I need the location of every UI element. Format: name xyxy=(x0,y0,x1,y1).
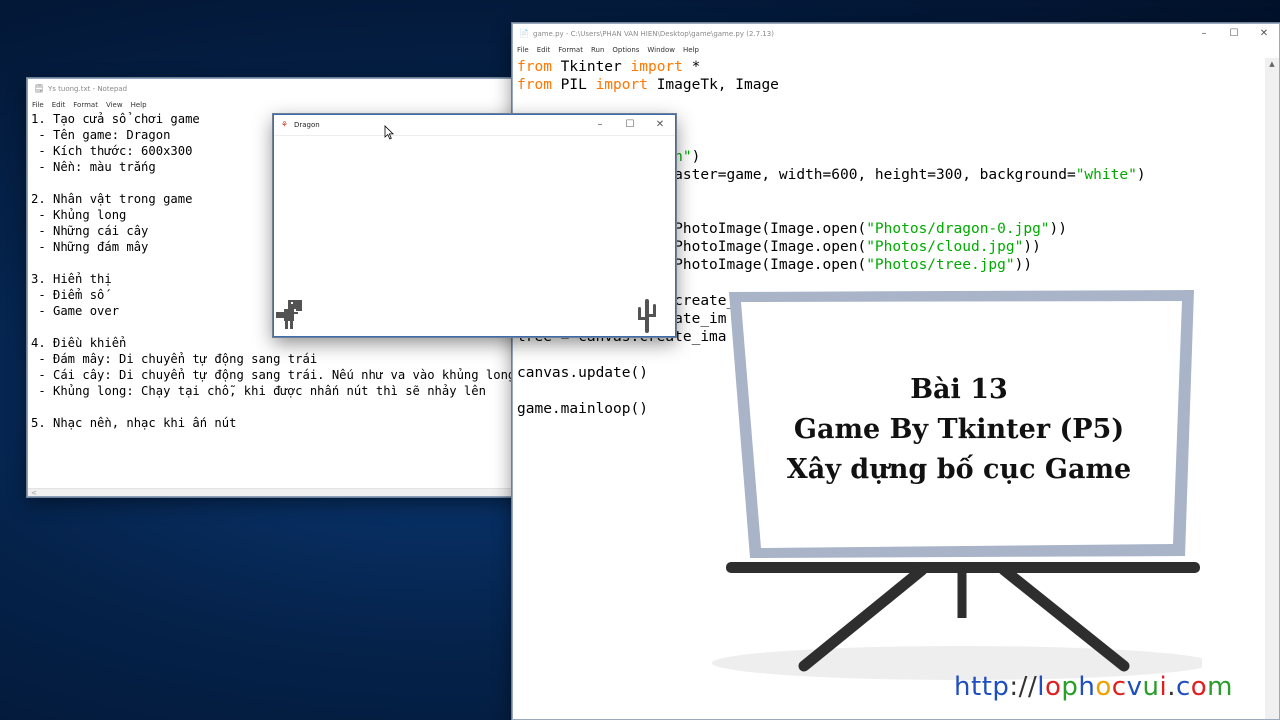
maximize-button[interactable]: ☐ xyxy=(1219,24,1249,43)
lesson-topic: Xây dựng bố cục Game xyxy=(786,454,1132,485)
code-text: ) xyxy=(691,149,701,165)
code-text: canvas.update() xyxy=(517,365,648,381)
minimize-button[interactable]: – xyxy=(1189,24,1219,43)
notepad-titlebar[interactable]: 🗒 Ys tuong.txt - Notepad xyxy=(28,79,526,98)
url-char: t xyxy=(970,672,982,702)
url-char: o xyxy=(1044,672,1062,702)
notepad-menu-format[interactable]: Format xyxy=(73,101,98,109)
code-string: "Photos/cloud.jpg" xyxy=(866,239,1024,255)
notepad-line: 5. Nhạc nền, nhạc khi ấn nút xyxy=(31,416,237,430)
close-button[interactable]: ✕ xyxy=(645,115,675,134)
notepad-menu-edit[interactable]: Edit xyxy=(52,101,66,109)
url-char: c xyxy=(1111,672,1127,702)
website-watermark: http://lophocvui.com xyxy=(954,672,1233,702)
idle-menu-help[interactable]: Help xyxy=(683,46,699,54)
idle-menubar: File Edit Format Run Options Window Help xyxy=(513,43,1279,56)
code-text: )) xyxy=(1014,257,1033,273)
notepad-icon: 🗒 xyxy=(34,84,45,93)
url-char: / xyxy=(1018,672,1028,702)
code-keyword: from xyxy=(517,77,552,93)
idle-menu-edit[interactable]: Edit xyxy=(537,46,551,54)
code-line: from Tkinter import * xyxy=(517,58,1265,76)
idle-vertical-scrollbar[interactable]: ▲ xyxy=(1265,58,1279,719)
code-string: "white" xyxy=(1075,167,1137,183)
url-char: c xyxy=(1175,672,1191,702)
url-char: / xyxy=(1027,672,1038,702)
url-char: l xyxy=(1037,672,1045,702)
code-keyword: import xyxy=(595,77,648,93)
dragon-title: Dragon xyxy=(294,120,320,129)
code-string: "Photos/tree.jpg" xyxy=(866,257,1015,273)
idle-menu-file[interactable]: File xyxy=(517,46,529,54)
code-string: "Photos/dragon-0.jpg" xyxy=(866,221,1050,237)
notepad-menu-file[interactable]: File xyxy=(32,101,44,109)
close-button[interactable]: ✕ xyxy=(1249,24,1279,43)
code-string: n" xyxy=(674,149,692,165)
notepad-line: 4. Điều khiển xyxy=(31,336,127,350)
minimize-button[interactable]: – xyxy=(585,115,615,134)
code-text: ImageTk, Image xyxy=(647,77,779,93)
notepad-horizontal-scrollbar[interactable]: < xyxy=(28,488,526,497)
notepad-title: Ys tuong.txt - Notepad xyxy=(48,84,128,93)
code-keyword: import xyxy=(630,59,683,75)
lesson-number: Bài 13 xyxy=(910,374,1008,405)
url-char: v xyxy=(1126,672,1143,702)
dragon-titlebar[interactable]: ⚘ Dragon – ☐ ✕ xyxy=(274,115,675,134)
code-text: * xyxy=(682,59,701,75)
idle-menu-format[interactable]: Format xyxy=(558,46,583,54)
notepad-menubar: File Edit Format View Help xyxy=(28,98,526,111)
idle-menu-options[interactable]: Options xyxy=(612,46,639,54)
url-char: p xyxy=(992,672,1010,702)
url-char: . xyxy=(1167,672,1176,702)
notepad-line xyxy=(31,399,526,415)
notepad-line: - Cái cây: Di chuyển tự động sang trái. … xyxy=(31,368,516,382)
maximize-button[interactable]: ☐ xyxy=(615,115,645,134)
code-line: from PIL import ImageTk, Image xyxy=(517,76,1265,94)
dragon-game-window[interactable]: ⚘ Dragon – ☐ ✕ xyxy=(273,114,676,337)
code-text: PIL xyxy=(551,77,596,93)
url-char: o xyxy=(1190,672,1208,702)
url-char: p xyxy=(1061,672,1079,702)
code-text: ) xyxy=(1136,167,1146,183)
code-text: )) xyxy=(1023,239,1041,255)
code-text: game.mainloop() xyxy=(517,401,648,417)
url-char: u xyxy=(1142,672,1160,702)
board-graphic xyxy=(712,290,1202,680)
scroll-up-icon[interactable]: ▲ xyxy=(1265,58,1279,70)
lesson-title-block: Bài 13 Game By Tkinter (P5) Xây dựng bố … xyxy=(752,370,1166,490)
url-char: : xyxy=(1009,672,1019,702)
url-char: m xyxy=(1207,672,1233,702)
notepad-line: - Khủng long: Chạy tại chỗ, khi được nhấ… xyxy=(31,384,486,398)
idle-title: game.py - C:\Users\PHAN VAN HIEN\Desktop… xyxy=(533,29,774,38)
lesson-board: Bài 13 Game By Tkinter (P5) Xây dựng bố … xyxy=(712,288,1202,720)
python-file-icon: 📄 xyxy=(519,29,529,38)
lesson-series: Game By Tkinter (P5) xyxy=(793,414,1125,445)
dinosaur-sprite xyxy=(276,300,302,329)
scroll-left-icon[interactable]: < xyxy=(31,489,37,497)
url-char: h xyxy=(1078,672,1096,702)
cactus-sprite xyxy=(638,299,656,333)
game-canvas[interactable] xyxy=(274,135,675,336)
notepad-menu-help[interactable]: Help xyxy=(131,101,147,109)
mouse-cursor-icon xyxy=(384,125,394,140)
url-char: o xyxy=(1095,672,1112,702)
idle-menu-run[interactable]: Run xyxy=(591,46,604,54)
idle-menu-window[interactable]: Window xyxy=(647,46,675,54)
code-text: )) xyxy=(1049,221,1067,237)
tk-feather-icon: ⚘ xyxy=(280,120,289,129)
notepad-menu-view[interactable]: View xyxy=(106,101,123,109)
code-keyword: from xyxy=(517,59,552,75)
code-text: Tkinter xyxy=(551,59,631,75)
idle-titlebar[interactable]: 📄 game.py - C:\Users\PHAN VAN HIEN\Deskt… xyxy=(513,24,1279,43)
notepad-line: - Đám mây: Di chuyển tự động sang trái xyxy=(31,352,318,366)
url-char: t xyxy=(981,672,993,702)
url-char: h xyxy=(954,672,971,702)
